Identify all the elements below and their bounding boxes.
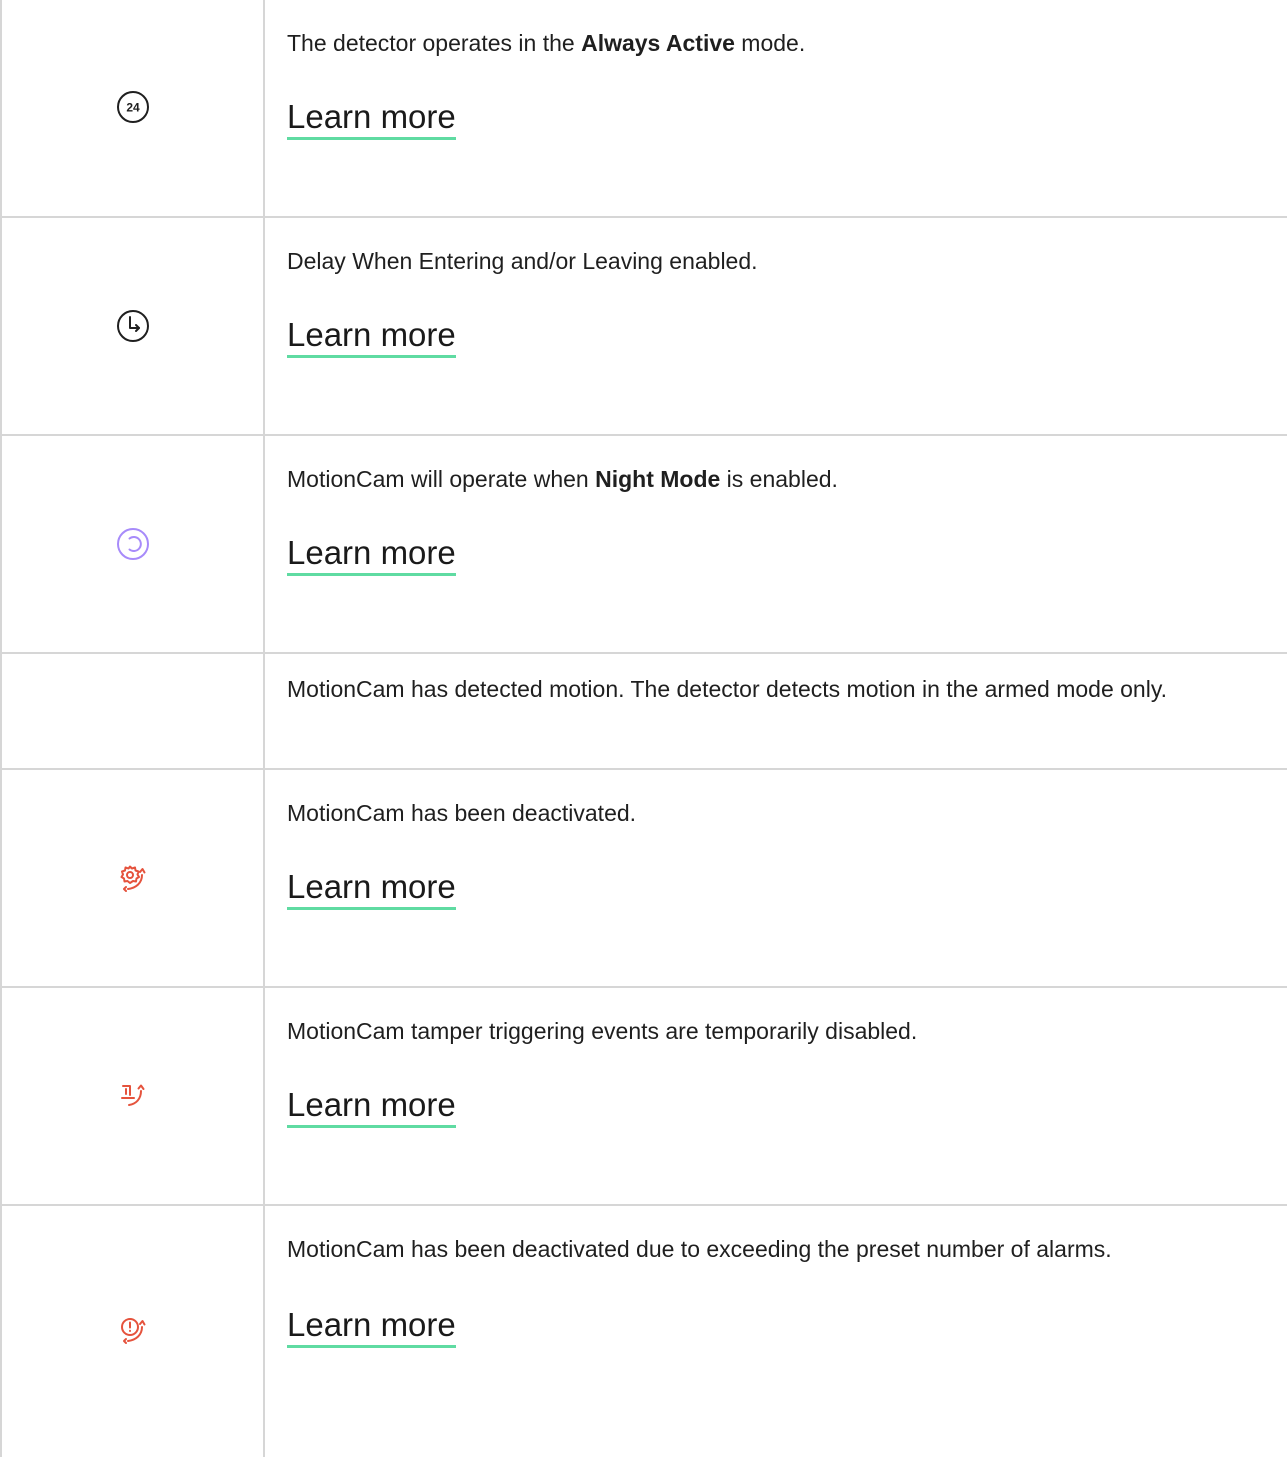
learn-more-link[interactable]: Learn more [287,1087,456,1128]
night-mode-icon [116,528,149,560]
clock-delay-icon [116,310,149,342]
learn-more-link[interactable]: Learn more [287,317,456,358]
learn-more-link[interactable]: Learn more [287,535,456,576]
table-row: MotionCam has been deactivated. Learn mo… [2,770,1287,988]
row-description: MotionCam has been deactivated. [287,800,637,826]
learn-more-link[interactable]: Learn more [287,99,456,140]
text-cell: MotionCam will operate when Night Mode i… [287,462,1249,576]
row-description: MotionCam tamper triggering events are t… [287,1018,918,1044]
text-cell: Delay When Entering and/or Leaving enabl… [287,244,1249,358]
icon-cell [2,770,263,986]
icon-cell [2,436,263,652]
alarm-limit-deactivated-icon [120,1317,145,1344]
table-row: MotionCam will operate when Night Mode i… [2,436,1287,654]
text-cell: MotionCam has detected motion. The detec… [287,672,1249,706]
text-cell: MotionCam tamper triggering events are t… [287,1014,1249,1128]
text-cell: MotionCam has been deactivated due to ex… [287,1232,1249,1348]
row-description: MotionCam will operate when Night Mode i… [287,466,838,492]
row-description: MotionCam has been deactivated due to ex… [287,1236,1112,1262]
learn-more-link[interactable]: Learn more [287,869,456,910]
icon-cell [2,988,263,1204]
row-description: The detector operates in the Always Acti… [287,30,806,56]
icon-cell [2,654,263,768]
text-cell: MotionCam has been deactivated. Learn mo… [287,796,1249,910]
icon-cell: 24 [2,0,263,216]
table-row: Delay When Entering and/or Leaving enabl… [2,218,1287,436]
table-row: MotionCam has been deactivated due to ex… [2,1206,1287,1457]
tamper-disabled-icon [120,1084,144,1106]
text-cell: The detector operates in the Always Acti… [287,26,1249,140]
deactivated-gear-icon [120,865,145,892]
row-description: Delay When Entering and/or Leaving enabl… [287,248,758,274]
svg-text:24: 24 [126,101,140,115]
24-hour-icon: 24 [116,91,149,123]
table-row: 24 The detector operates in the Always A… [2,0,1287,218]
status-icons-table: 24 The detector operates in the Always A… [0,0,1287,1457]
row-description: MotionCam has detected motion. The detec… [287,676,1168,702]
icon-cell [2,1202,263,1457]
icon-cell [2,218,263,434]
table-row: MotionCam tamper triggering events are t… [2,988,1287,1206]
learn-more-link[interactable]: Learn more [287,1307,456,1348]
table-row: MotionCam has detected motion. The detec… [2,654,1287,770]
